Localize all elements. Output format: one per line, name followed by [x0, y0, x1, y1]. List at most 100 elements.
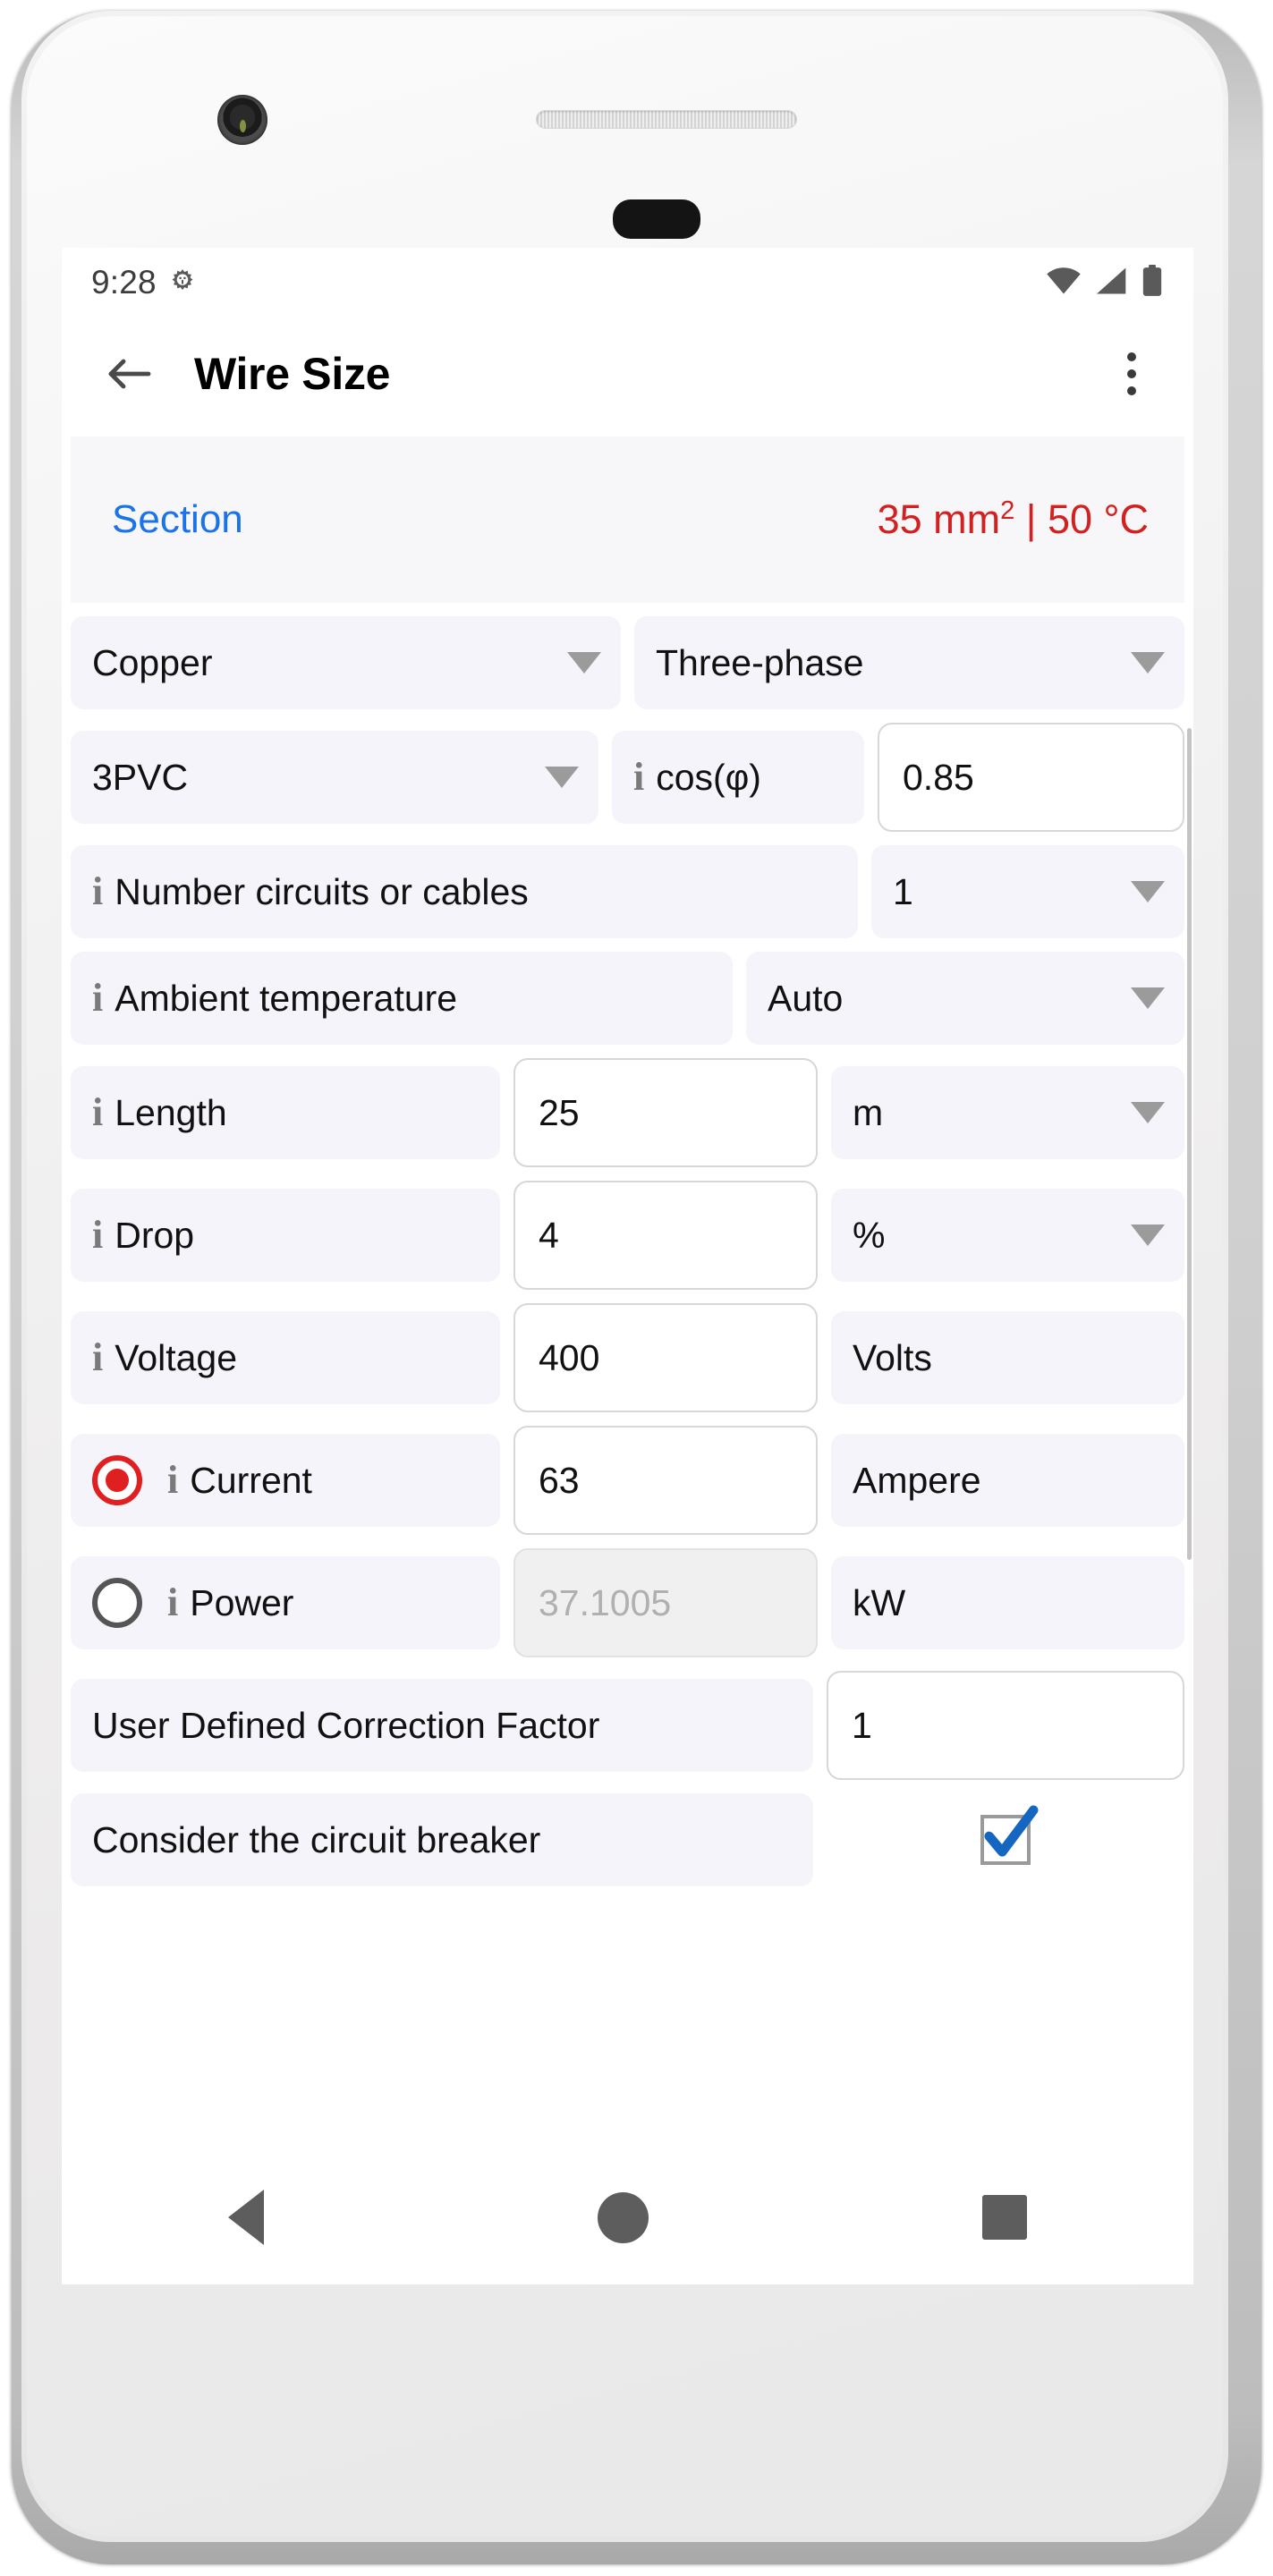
info-icon[interactable]: i	[92, 1216, 103, 1255]
cosphi-label-field[interactable]: i cos(φ)	[612, 731, 864, 824]
info-icon[interactable]: i	[167, 1583, 178, 1623]
info-icon[interactable]: i	[167, 1461, 178, 1500]
power-label: Power	[190, 1581, 294, 1623]
phone-screen: 9:28 Wire Size Section 35 mm2 | 50 °C Co…	[62, 248, 1193, 2284]
more-vertical-icon	[1127, 369, 1136, 378]
check-icon	[984, 1805, 1039, 1857]
cosphi-input[interactable]: 0.85	[878, 723, 1184, 832]
chevron-down-icon	[545, 767, 579, 788]
length-input[interactable]: 25	[513, 1058, 818, 1167]
cosphi-label: cos(φ)	[656, 756, 761, 798]
ambient-label-field[interactable]: i Ambient temperature	[71, 952, 733, 1045]
current-label: Current	[190, 1459, 312, 1501]
nav-back-icon[interactable]	[228, 2190, 265, 2245]
chevron-down-icon	[1131, 1224, 1165, 1246]
screenshot-root: 9:28 Wire Size Section 35 mm2 | 50 °C Co…	[0, 0, 1273, 2576]
voltage-input[interactable]: 400	[513, 1303, 818, 1412]
ambient-dropdown[interactable]: Auto	[746, 952, 1184, 1045]
info-icon[interactable]: i	[92, 979, 103, 1018]
app-bar: Wire Size	[62, 318, 1193, 429]
insulation-value: 3PVC	[92, 756, 189, 798]
circuit-breaker-checkbox-cell	[827, 1805, 1184, 1865]
length-label-field[interactable]: i Length	[71, 1066, 500, 1159]
voltage-label: Voltage	[115, 1336, 238, 1378]
nav-recents-icon[interactable]	[981, 2195, 1027, 2240]
power-unit-label: kW	[853, 1581, 906, 1623]
length-unit: m	[853, 1091, 884, 1133]
status-bar: 9:28	[62, 248, 1193, 318]
power-radio[interactable]	[92, 1578, 142, 1628]
row-circuit-breaker: Consider the circuit breaker	[71, 1793, 1184, 1886]
insulation-dropdown[interactable]: 3PVC	[71, 731, 598, 824]
correction-factor-label: User Defined Correction Factor	[92, 1704, 600, 1746]
row-correction-factor: User Defined Correction Factor 1	[71, 1671, 1184, 1780]
circuits-dropdown[interactable]: 1	[871, 845, 1184, 938]
section-label: Section	[112, 497, 243, 541]
info-icon[interactable]: i	[92, 872, 103, 911]
chevron-down-icon	[1131, 881, 1165, 902]
drop-value: 4	[539, 1214, 559, 1256]
voltage-unit: Volts	[831, 1311, 1184, 1404]
row-insulation-cosphi: 3PVC i cos(φ) 0.85	[71, 723, 1184, 832]
earpiece-speaker	[536, 110, 797, 129]
nav-home-icon[interactable]	[597, 2191, 649, 2243]
more-vertical-icon	[1127, 386, 1136, 395]
info-icon[interactable]: i	[92, 1093, 103, 1132]
circuit-breaker-label: Consider the circuit breaker	[92, 1818, 541, 1860]
vertical-scrollbar[interactable]	[1187, 728, 1192, 1560]
info-icon[interactable]: i	[92, 1338, 103, 1377]
drop-unit-dropdown[interactable]: %	[831, 1189, 1184, 1282]
form-rows: Copper Three-phase 3PVC i cos(φ) 0.85 i …	[62, 616, 1193, 1886]
row-ambient: i Ambient temperature Auto	[71, 952, 1184, 1045]
status-time: 9:28	[91, 264, 157, 301]
phases-value: Three-phase	[656, 641, 864, 683]
power-label-field[interactable]: i Power	[71, 1556, 500, 1649]
form-scroll-area[interactable]: Section 35 mm2 | 50 °C Copper Three-phas…	[62, 429, 1193, 2150]
voltage-label-field[interactable]: i Voltage	[71, 1311, 500, 1404]
ambient-value: Auto	[768, 977, 844, 1019]
length-value: 25	[539, 1091, 580, 1133]
front-camera-icon	[217, 95, 267, 145]
power-unit: kW	[831, 1556, 1184, 1649]
row-length: i Length 25 m	[71, 1058, 1184, 1167]
circuits-label: Number circuits or cables	[115, 870, 529, 912]
current-radio[interactable]	[92, 1455, 142, 1505]
section-value-number: 35 mm	[877, 496, 1001, 542]
row-conductor-phases: Copper Three-phase	[71, 616, 1184, 709]
length-unit-dropdown[interactable]: m	[831, 1066, 1184, 1159]
current-unit-label: Ampere	[853, 1459, 981, 1501]
current-input[interactable]: 63	[513, 1426, 818, 1535]
chevron-down-icon	[1131, 1102, 1165, 1123]
row-circuits: i Number circuits or cables 1	[71, 845, 1184, 938]
circuit-breaker-checkbox[interactable]	[980, 1805, 1039, 1865]
section-value: 35 mm2 | 50 °C	[878, 496, 1149, 543]
chevron-down-icon	[1131, 652, 1165, 674]
row-drop: i Drop 4 %	[71, 1181, 1184, 1290]
circuits-label-field[interactable]: i Number circuits or cables	[71, 845, 858, 938]
circuit-breaker-label-field: Consider the circuit breaker	[71, 1793, 813, 1886]
info-icon[interactable]: i	[633, 758, 644, 797]
phases-dropdown[interactable]: Three-phase	[634, 616, 1184, 709]
power-value: 37.1005	[539, 1581, 672, 1623]
voltage-value: 400	[539, 1336, 600, 1378]
drop-input[interactable]: 4	[513, 1181, 818, 1290]
section-value-superscript: 2	[1000, 496, 1015, 525]
voltage-unit-label: Volts	[853, 1336, 932, 1378]
correction-factor-input[interactable]: 1	[827, 1671, 1184, 1780]
overflow-menu-button[interactable]	[1104, 335, 1159, 412]
back-button[interactable]	[94, 339, 164, 409]
conductor-dropdown[interactable]: Copper	[71, 616, 621, 709]
current-label-field[interactable]: i Current	[71, 1434, 500, 1527]
row-voltage: i Voltage 400 Volts	[71, 1303, 1184, 1412]
correction-factor-value: 1	[852, 1704, 872, 1746]
power-input: 37.1005	[513, 1548, 818, 1657]
drop-unit: %	[853, 1214, 886, 1256]
ambient-label: Ambient temperature	[115, 977, 458, 1019]
section-summary-row[interactable]: Section 35 mm2 | 50 °C	[71, 436, 1184, 603]
drop-label-field[interactable]: i Drop	[71, 1189, 500, 1282]
current-value: 63	[539, 1459, 580, 1501]
row-current: i Current 63 Ampere	[71, 1426, 1184, 1535]
row-power: i Power 37.1005 kW	[71, 1548, 1184, 1657]
chevron-down-icon	[1131, 987, 1165, 1009]
signal-icon	[1095, 266, 1129, 301]
